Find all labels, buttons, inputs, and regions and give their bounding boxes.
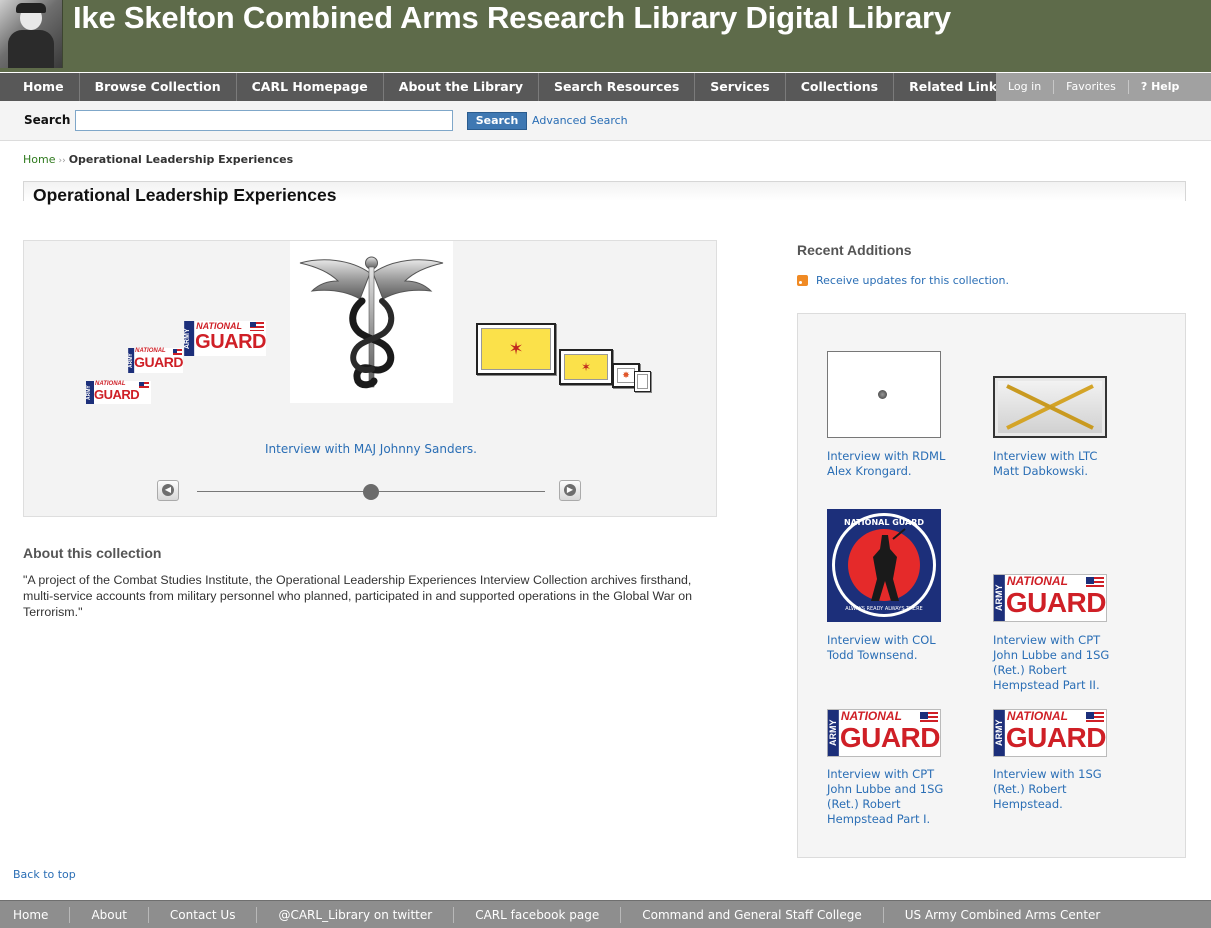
carousel-prev-button[interactable]: ◀ [157, 480, 179, 501]
about-heading: About this collection [23, 545, 162, 561]
footer-twitter-link[interactable]: @CARL_Library on twitter [257, 906, 455, 923]
carousel-next-button[interactable]: ▶ [559, 480, 581, 501]
recent-item-link[interactable]: Interview with LTC Matt Dabkowski. [993, 449, 1118, 479]
arrow-right-icon: ▶ [564, 484, 576, 496]
breadcrumb-current: Operational Leadership Experiences [68, 153, 294, 166]
footer-cgsc-link[interactable]: Command and General Staff College [621, 906, 884, 923]
main-nav: Home Browse Collection CARL Homepage Abo… [0, 73, 1211, 101]
footer-nav: Home About Contact Us @CARL_Library on t… [0, 900, 1211, 928]
recent-item-link[interactable]: Interview with RDML Alex Krongard. [827, 449, 952, 479]
carousel-thumb-national-guard-large[interactable]: ARMY NATIONAL GUARD [184, 321, 266, 356]
nav-search-resources[interactable]: Search Resources [539, 73, 696, 101]
footer-facebook-link[interactable]: CARL facebook page [454, 906, 622, 923]
search-button[interactable]: Search [467, 112, 527, 130]
caduceus-insignia-icon [299, 256, 444, 389]
footer-about-link[interactable]: About [70, 906, 149, 923]
breadcrumb-home-link[interactable]: Home [23, 153, 55, 166]
breadcrumb: Home ›› Operational Leadership Experiences [23, 153, 293, 166]
recent-additions-heading: Recent Additions [797, 242, 912, 258]
nav-browse-collection[interactable]: Browse Collection [80, 73, 237, 101]
carousel-slider-handle[interactable] [363, 484, 379, 500]
favorites-link[interactable]: Favorites [1054, 80, 1129, 94]
search-input[interactable] [75, 110, 453, 131]
recent-thumb-national-guard[interactable]: ARMY NATIONAL GUARD [993, 574, 1107, 622]
rss-subscribe-link[interactable]: Receive updates for this collection. [816, 274, 1009, 287]
search-bar: Search Search Advanced Search [0, 101, 1211, 141]
advanced-search-link[interactable]: Advanced Search [532, 114, 628, 127]
carousel-thumb-insignia-tiny[interactable] [634, 371, 651, 392]
carousel-caption-link[interactable]: Interview with MAJ Johnny Sanders. [24, 442, 718, 456]
nav-home[interactable]: Home [8, 73, 80, 101]
footer-home-link[interactable]: Home [0, 906, 71, 923]
back-to-top-link[interactable]: Back to top [13, 868, 76, 881]
site-banner: Ike Skelton Combined Arms Research Libra… [0, 0, 1211, 72]
seal-bottom-text: ALWAYS READY ALWAYS THERE [845, 606, 923, 612]
carousel-current-image[interactable] [290, 241, 453, 403]
recent-item-link[interactable]: Interview with 1SG (Ret.) Robert Hempste… [993, 767, 1118, 812]
nav-services[interactable]: Services [695, 73, 786, 101]
nav-collections[interactable]: Collections [786, 73, 895, 101]
seal-top-text: NATIONAL GUARD [843, 518, 925, 527]
nav-carl-homepage[interactable]: CARL Homepage [237, 73, 384, 101]
footer-cac-link[interactable]: US Army Combined Arms Center [884, 907, 1122, 923]
banner-portrait-image [0, 0, 63, 68]
recent-thumb-national-guard[interactable]: ARMY NATIONAL GUARD [827, 709, 941, 757]
rss-subscribe: Receive updates for this collection. [797, 274, 1009, 287]
national-guard-seal-image[interactable]: NATIONAL GUARD ALWAYS READY ALWAYS THERE [827, 509, 941, 622]
carousel-thumb-national-guard-small[interactable]: ARMY NATIONAL GUARD [86, 381, 151, 404]
page-title: Operational Leadership Experiences [33, 185, 337, 205]
recent-item-link[interactable]: Interview with CPT John Lubbe and 1SG (R… [993, 633, 1118, 693]
recent-thumb-image[interactable] [827, 351, 941, 438]
recent-item-link[interactable]: Interview with CPT John Lubbe and 1SG (R… [827, 767, 952, 827]
about-description: "A project of the Combat Studies Institu… [23, 573, 692, 619]
carousel-thumb-national-guard-medium[interactable]: ARMY NATIONAL GUARD [128, 348, 183, 373]
utility-nav: Log in Favorites ? Help [996, 73, 1211, 101]
collection-carousel: ARMY NATIONAL GUARD ARMY NATIONAL GUARD … [23, 240, 717, 517]
search-label: Search [24, 113, 71, 127]
arrow-left-icon: ◀ [162, 484, 174, 496]
recent-thumb-image[interactable] [993, 376, 1107, 438]
recent-additions-panel: Interview with RDML Alex Krongard. Inter… [797, 313, 1186, 858]
nav-about-library[interactable]: About the Library [384, 73, 540, 101]
help-link[interactable]: ? Help [1129, 80, 1192, 94]
carousel-thumb-insignia-large[interactable]: ✶ [476, 323, 556, 375]
recent-item-link[interactable]: Interview with COL Todd Townsend. [827, 633, 952, 663]
rss-icon [797, 275, 808, 286]
footer-contact-link[interactable]: Contact Us [149, 906, 258, 923]
recent-thumb-national-guard[interactable]: ARMY NATIONAL GUARD [993, 709, 1107, 757]
carousel-thumb-insignia-medium[interactable]: ✶ [559, 349, 613, 385]
site-title: Ike Skelton Combined Arms Research Libra… [73, 0, 951, 35]
breadcrumb-separator-icon: ›› [58, 156, 66, 166]
login-link[interactable]: Log in [996, 80, 1055, 94]
page-title-bar: Operational Leadership Experiences [23, 181, 1186, 205]
